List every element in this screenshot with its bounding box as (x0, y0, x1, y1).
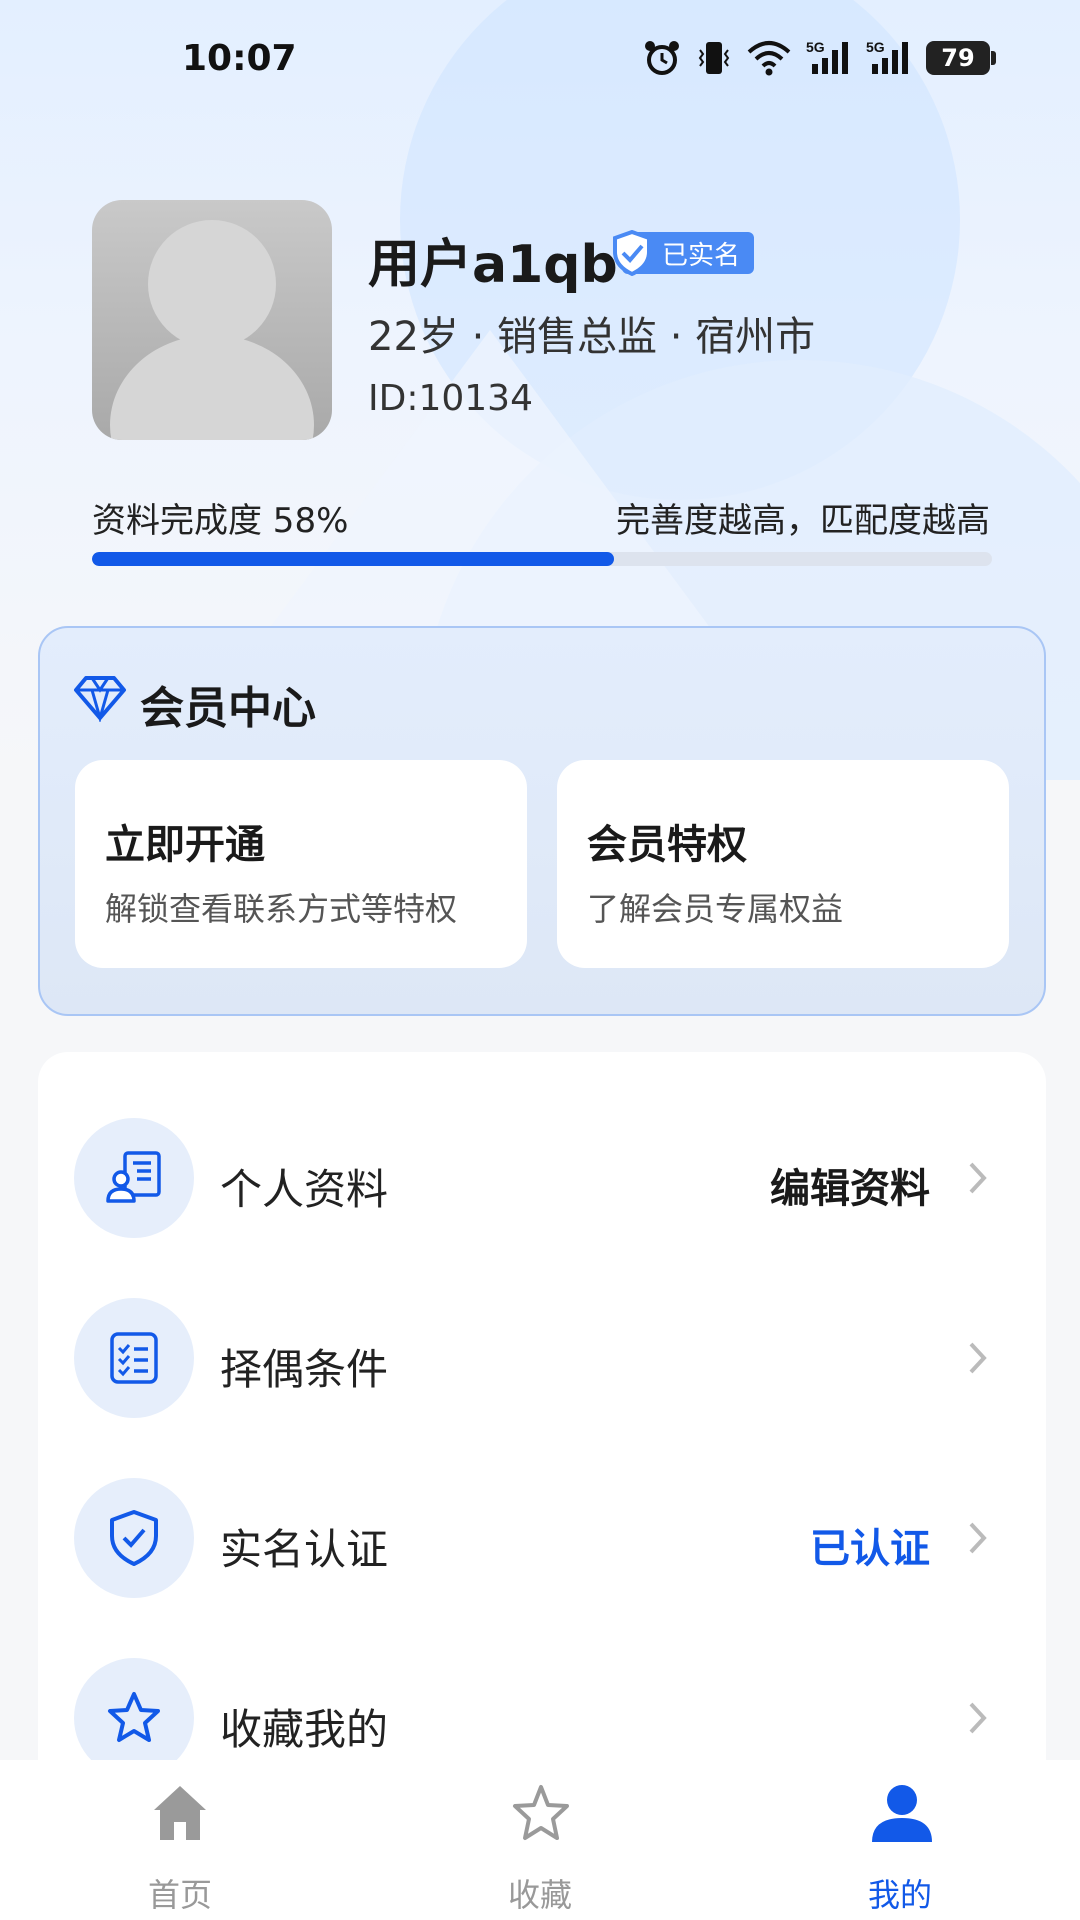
menu-item-label: 个人资料 (220, 1165, 389, 1214)
tab-home-label: 首页 (147, 1876, 212, 1914)
username: 用户a1qb (368, 235, 618, 295)
checklist-icon (74, 1298, 194, 1418)
verified-badge: 已实名 (612, 230, 755, 276)
battery-indicator: 79 (926, 41, 996, 75)
shield-check-icon (74, 1478, 194, 1598)
menu-item-label: 收藏我的 (220, 1705, 389, 1754)
tab-mine-label: 我的 (867, 1876, 932, 1914)
menu-item-real-name-verification[interactable]: 实名认证 已认证 (38, 1478, 1046, 1598)
signal-5g-icon: 5G (806, 39, 848, 74)
tab-mine[interactable]: 我的 (800, 1760, 1000, 1920)
completion-progress-bar (92, 552, 992, 566)
status-time: 10:07 (182, 38, 297, 79)
member-privileges-card[interactable]: 会员特权 了解会员专属权益 (557, 760, 1009, 968)
shield-check-icon (613, 230, 651, 276)
user-meta: 22岁 · 销售总监 · 宿州市 (368, 314, 816, 360)
member-privileges-subtitle: 了解会员专属权益 (587, 890, 844, 928)
completion-label: 资料完成度 58% (92, 501, 349, 541)
svg-text:5G: 5G (866, 39, 885, 55)
chevron-right-icon (969, 1342, 987, 1374)
completion-progress-fill (92, 552, 614, 566)
wifi-icon (747, 41, 791, 76)
chevron-right-icon (969, 1702, 987, 1734)
tab-favorites-label: 收藏 (507, 1876, 572, 1914)
edit-profile-link[interactable]: 编辑资料 (770, 1156, 930, 1214)
menu-item-label: 实名认证 (220, 1525, 389, 1574)
chevron-right-icon (969, 1162, 987, 1194)
status-icons: 5G 5G 79 (642, 38, 996, 78)
status-bar: 10:07 5G 5G 79 (0, 0, 1080, 120)
verified-status: 已认证 (810, 1526, 930, 1572)
user-id: ID:10134 (368, 378, 533, 419)
chevron-right-icon (969, 1522, 987, 1554)
menu-item-partner-criteria[interactable]: 择偶条件 (38, 1298, 1046, 1418)
member-center-title: 会员中心 (140, 683, 316, 734)
star-icon (513, 1785, 569, 1840)
home-icon (154, 1786, 206, 1840)
menu-item-profile[interactable]: 个人资料 编辑资料 (38, 1118, 1046, 1238)
vibrate-icon (698, 42, 730, 74)
member-privileges-title: 会员特权 (587, 822, 747, 868)
open-membership-subtitle: 解锁查看联系方式等特权 (105, 890, 458, 928)
bottom-tab-bar: 首页 收藏 我的 (0, 1760, 1080, 1920)
tab-favorites[interactable]: 收藏 (440, 1760, 640, 1920)
tab-home[interactable]: 首页 (80, 1760, 280, 1920)
diamond-icon (74, 676, 126, 722)
menu-item-label: 择偶条件 (220, 1345, 389, 1394)
user-icon (872, 1785, 932, 1842)
completion-hint: 完善度越高，匹配度越高 (616, 501, 990, 541)
svg-text:5G: 5G (806, 39, 825, 55)
open-membership-card[interactable]: 立即开通 解锁查看联系方式等特权 (75, 760, 527, 968)
profile-card-icon (74, 1118, 194, 1238)
signal-5g-icon-2: 5G (866, 39, 908, 74)
alarm-icon (645, 41, 679, 75)
avatar[interactable] (92, 200, 332, 440)
open-membership-title: 立即开通 (105, 822, 265, 868)
